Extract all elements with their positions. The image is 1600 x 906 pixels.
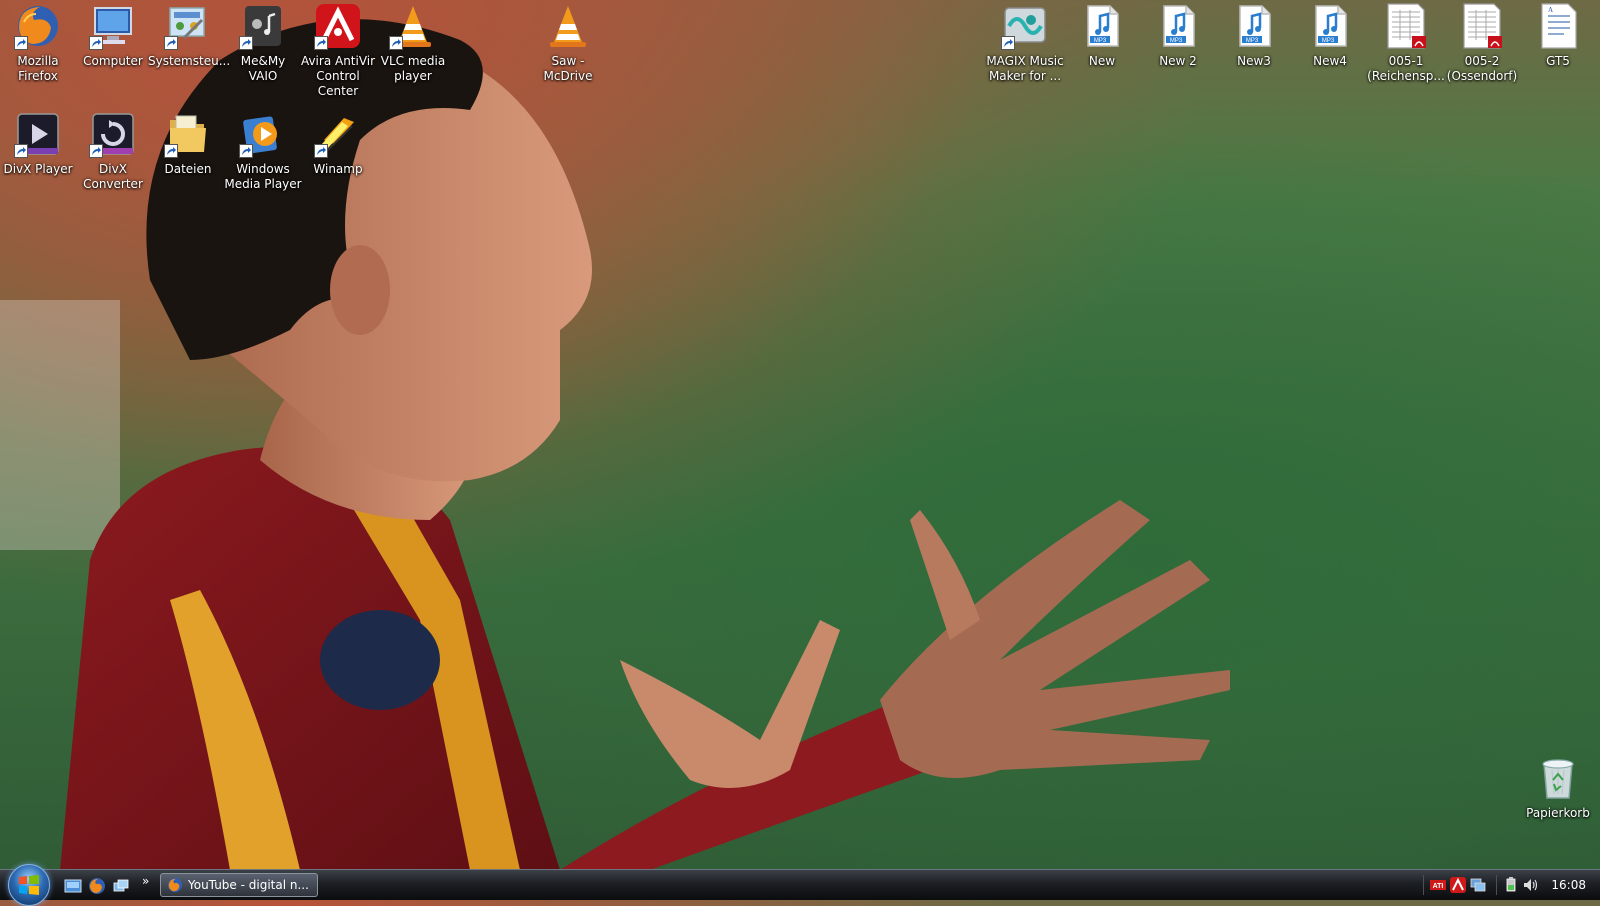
desktop-icon-label: VLC media player [380,54,446,83]
desktop-icon-label: Avira AntiVir Control Center [300,54,376,98]
computer-icon [89,2,137,50]
desktop-icon-label: New [1088,54,1116,68]
shortcut-arrow-icon [1001,36,1015,50]
volume-icon[interactable] [1523,877,1539,893]
desktop-icon[interactable]: MP3 New4 [1292,0,1368,104]
svg-text:MP3: MP3 [1322,38,1335,44]
shortcut-arrow-icon [89,144,103,158]
svg-text:MP3: MP3 [1094,38,1107,44]
firefox-icon [167,877,183,893]
shortcut-arrow-icon [239,144,253,158]
desktop-icon[interactable]: Mozilla Firefox [0,0,76,104]
pdf-icon [1382,2,1430,50]
shortcut-arrow-icon [164,36,178,50]
pdf-icon [1458,2,1506,50]
mp3-icon: MP3 [1230,2,1278,50]
mp3-icon: MP3 [1306,2,1354,50]
desktop-icon-label: Saw - McDrive [543,54,593,83]
shortcut-arrow-icon [314,144,328,158]
ati-icon[interactable]: ATI [1430,877,1447,893]
shortcut-arrow-icon [389,36,403,50]
tray-separator [1496,875,1498,895]
quicklaunch-more-button[interactable]: » [142,874,149,888]
desktop-icon[interactable]: DivX Player [0,108,76,212]
task-label: YouTube - digital n... [188,878,309,892]
desktop-icon[interactable]: A GT5 [1520,0,1596,104]
recycle-bin-icon [1534,754,1582,802]
shortcut-arrow-icon [164,144,178,158]
network-icon[interactable] [1470,877,1486,893]
svg-text:MP3: MP3 [1246,38,1259,44]
clock[interactable]: 16:08 [1551,878,1586,892]
desktop-icon-label: New4 [1313,54,1347,68]
shortcut-arrow-icon [314,36,328,50]
divx-player-icon [14,110,62,158]
switch-windows-icon[interactable] [112,877,130,895]
desktop-icon[interactable]: MP3 New3 [1216,0,1292,104]
desktop-icon-label: Dateien [164,162,212,176]
folder-icon [164,110,212,158]
desktop-icon[interactable]: Computer [75,0,151,104]
avira-tray-icon[interactable] [1450,877,1467,893]
tray-separator [1423,875,1425,895]
vlc-icon [389,2,437,50]
shortcut-arrow-icon [89,36,103,50]
desktop-icon-label: MAGIX Music Maker for ... [986,54,1064,83]
wmp-icon [239,110,287,158]
mp3-icon: MP3 [1078,2,1126,50]
desktop-icon-label: Computer [83,54,143,68]
shortcut-arrow-icon [239,36,253,50]
desktop-icon[interactable]: Dateien [150,108,226,212]
desktop-icon-label: New3 [1237,54,1271,68]
desktop-icon[interactable]: Me&My VAIO [225,0,301,104]
desktop-icon[interactable]: MP3 New 2 [1140,0,1216,104]
desktop-icon[interactable]: Avira AntiVir Control Center [300,0,376,104]
mp3-icon: MP3 [1154,2,1202,50]
show-desktop-icon[interactable] [64,877,82,895]
desktop-icon[interactable]: VLC media player [375,0,451,104]
vlc-file-icon [544,2,592,50]
taskbar-task-youtube[interactable]: YouTube - digital n... [160,873,318,897]
magix-icon [1001,2,1049,50]
svg-text:ATI: ATI [1433,883,1444,890]
svg-text:MP3: MP3 [1170,38,1183,44]
desktop-icon[interactable]: Papierkorb [1520,752,1596,856]
svg-text:A: A [1548,6,1553,14]
desktop-icon[interactable]: Systemsteu... [148,0,231,104]
desktop-icon[interactable]: Windows Media Player [224,108,302,212]
desktop-icon[interactable]: MP3 New [1064,0,1140,104]
firefox-quicklaunch-icon[interactable] [88,877,106,895]
avira-icon [314,2,362,50]
desktop-icon-label: DivX Player [3,162,73,176]
taskbar: » YouTube - digital n... ATI 16:08 [0,864,1600,906]
desktop-icon[interactable]: 005-2 (Ossendorf) [1444,0,1520,104]
desktop-icon-label: New 2 [1159,54,1197,68]
desktop-icon[interactable]: Winamp [300,108,376,212]
system-tray: ATI 16:08 [1417,870,1600,900]
winamp-icon [314,110,362,158]
desktop-icon[interactable]: MAGIX Music Maker for ... [986,0,1064,104]
desktop-icon-label: DivX Converter [83,162,143,191]
desktop-icon-label: Papierkorb [1526,806,1590,820]
desktop-icon-label: Winamp [313,162,363,176]
shortcut-arrow-icon [14,144,28,158]
desktop-icon-label: Systemsteu... [148,54,231,68]
desktop-icon[interactable]: Saw - McDrive [530,0,606,104]
desktop-icon-label: Windows Media Player [224,162,302,191]
shortcut-arrow-icon [14,36,28,50]
desktop-icon-label: Me&My VAIO [240,54,286,83]
document-icon: A [1534,2,1582,50]
desktop-icon[interactable]: 005-1 (Reichensp... [1367,0,1445,104]
desktop-icon[interactable]: DivX Converter [75,108,151,212]
power-icon[interactable] [1503,877,1519,893]
control-panel-icon [164,2,212,50]
windows-logo-icon [19,875,39,895]
divx-converter-icon [89,110,137,158]
desktop-icon-label: 005-2 (Ossendorf) [1446,54,1518,83]
desktop-icon-label: 005-1 (Reichensp... [1367,54,1445,83]
desktop-icon-label: GT5 [1546,54,1570,68]
firefox-icon [14,2,62,50]
desktop-icon-label: Mozilla Firefox [17,54,59,83]
vaio-icon [239,2,287,50]
